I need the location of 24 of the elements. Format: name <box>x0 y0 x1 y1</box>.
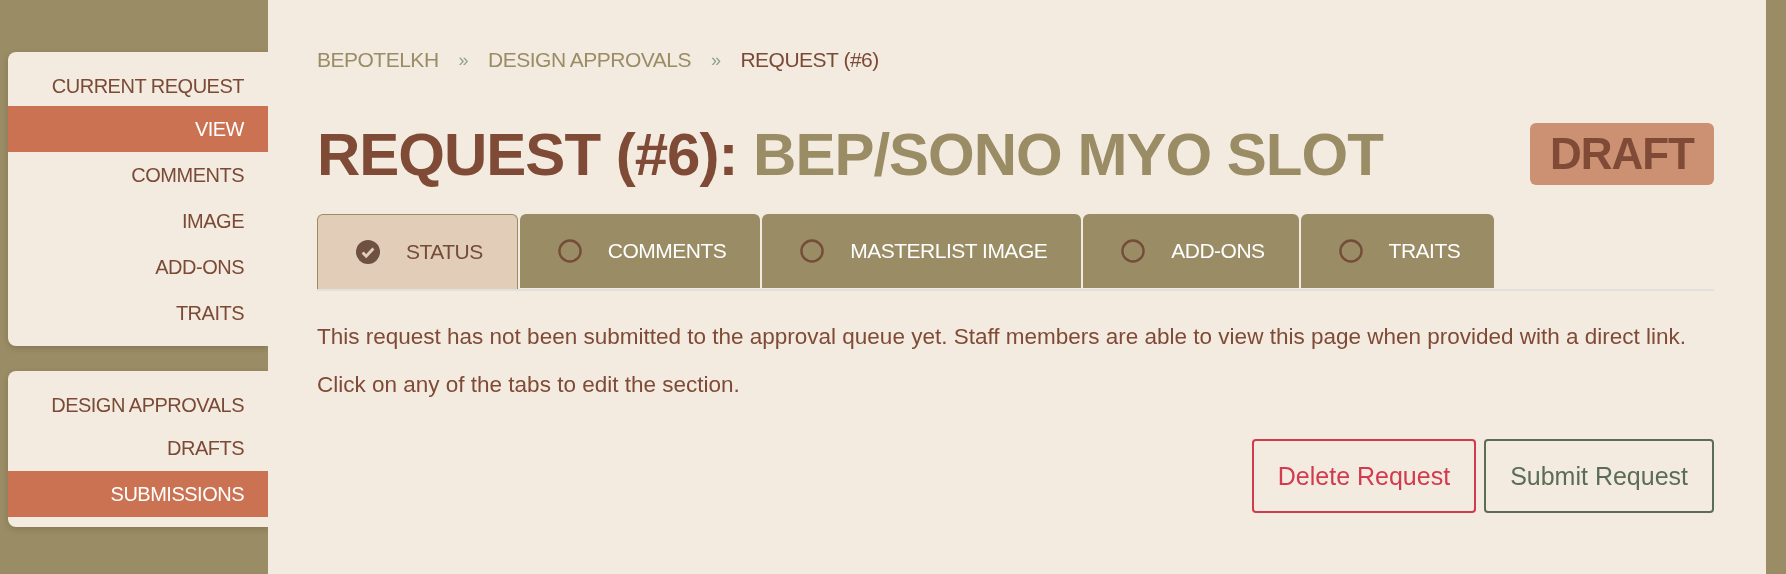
sidebar-item[interactable]: DRAFTS <box>8 425 268 471</box>
breadcrumb-separator: » <box>458 49 469 71</box>
tab[interactable]: MASTERLIST IMAGE <box>762 214 1082 288</box>
request-button[interactable]: Delete Request <box>1251 439 1477 513</box>
status-message: This request has not been submitted to the approval queue yet. Staff members are able to view this page when provided with a direct link. Click on any of the tabs to edit the section. <box>317 323 1688 399</box>
tab[interactable]: TRAITS <box>1300 214 1495 288</box>
tab[interactable]: STATUS <box>317 214 518 289</box>
sidebar-item[interactable]: VIEW <box>8 106 268 152</box>
sidebar-heading: DESIGN APPROVALS <box>50 393 245 418</box>
tab[interactable]: ADD-ONS <box>1083 214 1299 288</box>
sidebar-item[interactable]: TRAITS <box>8 290 268 336</box>
breadcrumb-link[interactable]: REQUEST (#6) <box>740 48 879 72</box>
request-button[interactable]: Submit Request <box>1484 439 1714 513</box>
breadcrumb-link[interactable]: BEPOTELKH <box>317 48 439 72</box>
sidebar-item[interactable]: ADD-ONS <box>8 244 268 290</box>
breadcrumb-link[interactable]: DESIGN APPROVALS <box>488 48 691 72</box>
sidebar-heading: CURRENT REQUEST <box>50 74 245 99</box>
tab[interactable]: COMMENTS <box>519 214 761 288</box>
sidebar-item[interactable]: COMMENTS <box>8 152 268 198</box>
breadcrumb-separator: » <box>710 49 721 71</box>
sidebar-item[interactable]: IMAGE <box>8 198 268 244</box>
page-title: REQUEST (#6): BEP/SONO MYO SLOT <box>317 119 1383 189</box>
sidebar-item[interactable]: SUBMISSIONS <box>8 471 268 517</box>
status-badge: DRAFT <box>1529 123 1714 185</box>
